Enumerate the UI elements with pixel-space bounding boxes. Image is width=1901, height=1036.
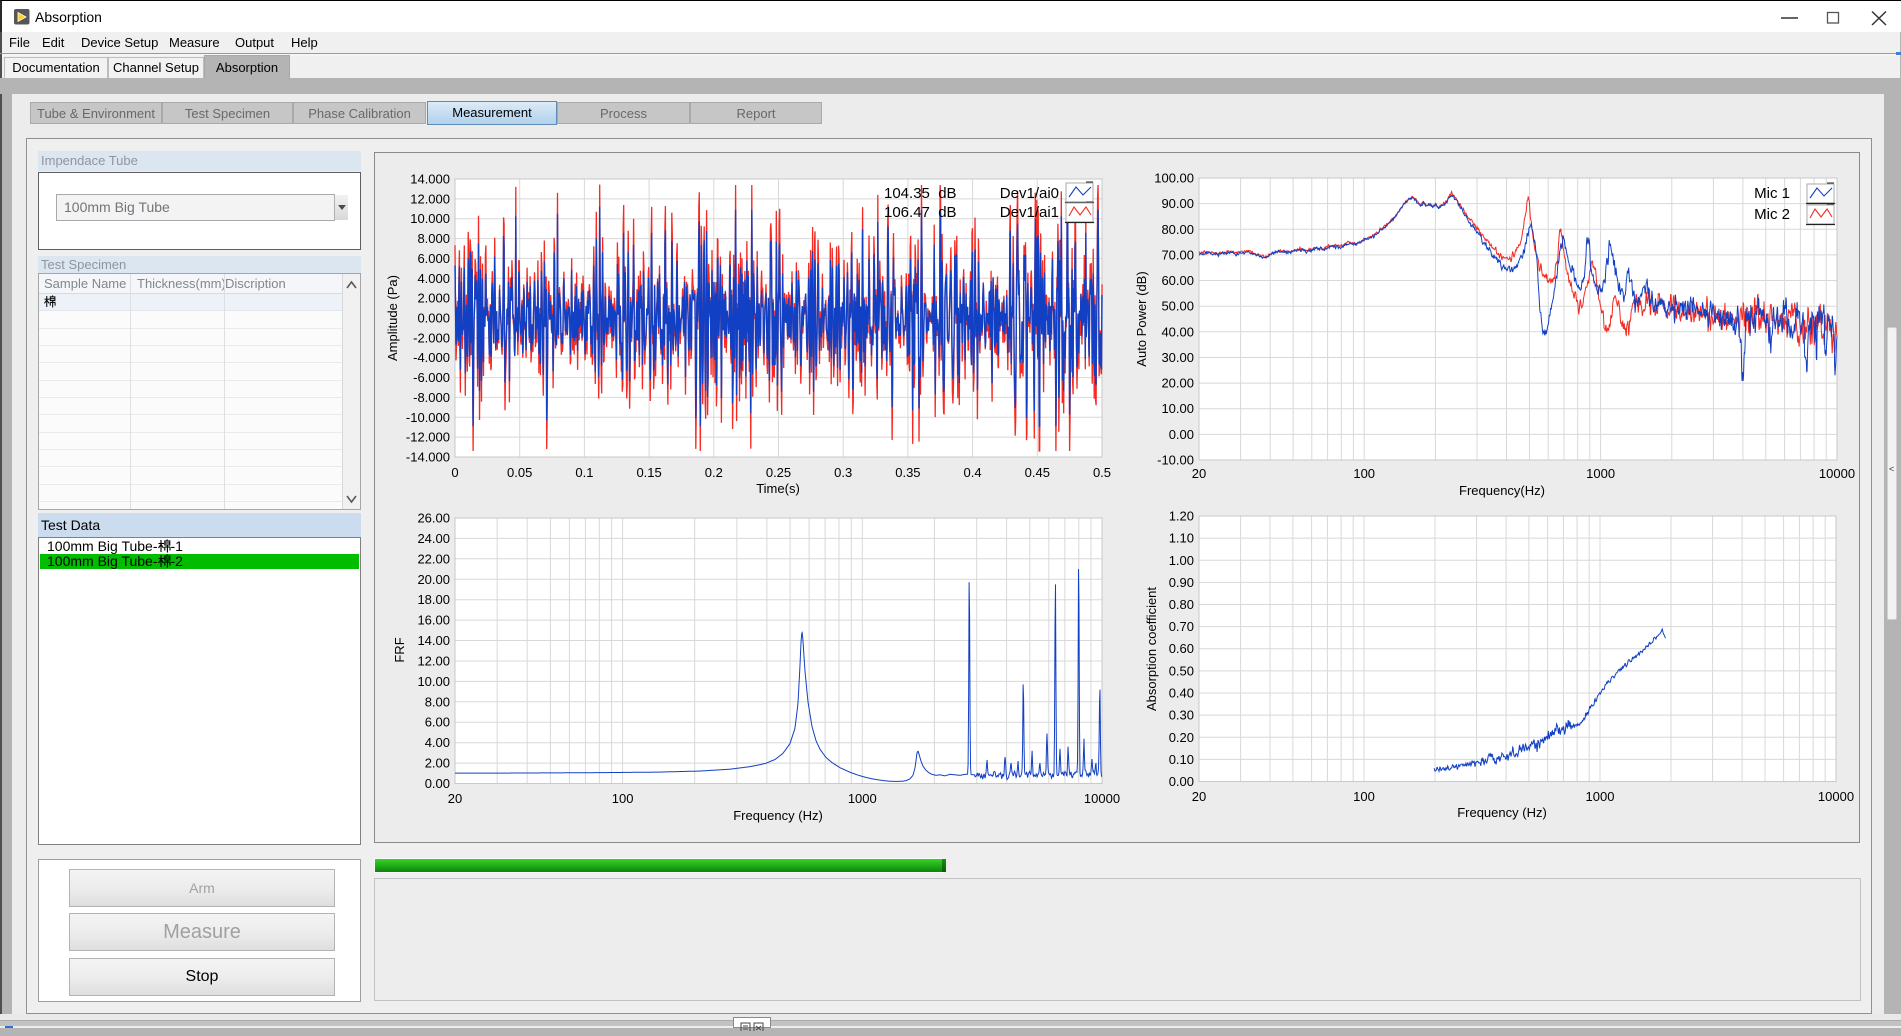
svg-text:100: 100 [1353, 466, 1375, 481]
svg-text:20.00: 20.00 [1161, 376, 1194, 391]
svg-text:0.5: 0.5 [1093, 465, 1111, 480]
svg-text:-2.000: -2.000 [413, 330, 450, 345]
svg-text:0.00: 0.00 [1169, 774, 1194, 789]
svg-text:1000: 1000 [1586, 466, 1615, 481]
svg-text:10000: 10000 [1819, 466, 1855, 481]
svg-text:6.00: 6.00 [425, 715, 450, 730]
svg-text:0.30: 0.30 [1169, 708, 1194, 723]
svg-text:Mic 1: Mic 1 [1754, 185, 1790, 202]
svg-text:0.000: 0.000 [417, 311, 450, 326]
svg-text:0.2: 0.2 [705, 465, 723, 480]
svg-text:100: 100 [1353, 789, 1375, 804]
svg-text:0.00: 0.00 [1169, 427, 1194, 442]
svg-text:90.00: 90.00 [1161, 196, 1194, 211]
svg-text:0.50: 0.50 [1169, 663, 1194, 678]
svg-text:-6.000: -6.000 [413, 370, 450, 385]
svg-text:0.60: 0.60 [1169, 641, 1194, 656]
svg-text:Time(s): Time(s) [756, 481, 800, 496]
svg-text:0.3: 0.3 [834, 465, 852, 480]
svg-text:14.00: 14.00 [417, 633, 450, 648]
svg-text:0.1: 0.1 [575, 465, 593, 480]
svg-text:Absorption coefficient: Absorption coefficient [1144, 587, 1159, 711]
svg-text:6.000: 6.000 [417, 251, 450, 266]
svg-text:20: 20 [1192, 466, 1206, 481]
svg-text:20: 20 [448, 791, 462, 806]
svg-text:0.90: 0.90 [1169, 575, 1194, 590]
svg-text:0.25: 0.25 [766, 465, 791, 480]
svg-text:22.00: 22.00 [417, 551, 450, 566]
svg-text:70.00: 70.00 [1161, 247, 1194, 262]
svg-text:0.40: 0.40 [1169, 686, 1194, 701]
svg-text:4.00: 4.00 [425, 735, 450, 750]
svg-text:0.70: 0.70 [1169, 619, 1194, 634]
svg-text:10000: 10000 [1084, 791, 1120, 806]
svg-text:0.35: 0.35 [895, 465, 920, 480]
svg-text:-12.000: -12.000 [406, 430, 450, 445]
svg-text:10.000: 10.000 [410, 211, 450, 226]
svg-text:10.00: 10.00 [417, 674, 450, 689]
svg-text:-14.000: -14.000 [406, 450, 450, 465]
svg-text:8.000: 8.000 [417, 231, 450, 246]
svg-text:0.10: 0.10 [1169, 752, 1194, 767]
svg-text:106.47 dB: 106.47 dB [884, 204, 957, 221]
svg-text:-10.00: -10.00 [1157, 453, 1194, 468]
svg-text:Frequency (Hz): Frequency (Hz) [1457, 805, 1547, 820]
svg-text:30.00: 30.00 [1161, 350, 1194, 365]
svg-text:FRF: FRF [392, 637, 407, 662]
svg-text:Mic 2: Mic 2 [1754, 206, 1790, 223]
svg-text:10000: 10000 [1818, 789, 1854, 804]
svg-text:0: 0 [451, 465, 458, 480]
svg-text:-4.000: -4.000 [413, 350, 450, 365]
svg-text:14.000: 14.000 [410, 172, 450, 187]
svg-text:24.00: 24.00 [417, 531, 450, 546]
svg-text:Amplitude (Pa): Amplitude (Pa) [385, 275, 400, 361]
svg-text:2.000: 2.000 [417, 291, 450, 306]
svg-text:20: 20 [1192, 789, 1206, 804]
svg-text:0.00: 0.00 [425, 776, 450, 791]
svg-text:104.35 dB: 104.35 dB [884, 185, 957, 202]
svg-text:4.000: 4.000 [417, 271, 450, 286]
svg-text:1000: 1000 [1586, 789, 1615, 804]
svg-text:Frequency(Hz): Frequency(Hz) [1459, 483, 1545, 498]
svg-text:26.00: 26.00 [417, 511, 450, 526]
svg-text:2.00: 2.00 [425, 756, 450, 771]
svg-text:Auto Power (dB): Auto Power (dB) [1134, 271, 1149, 366]
svg-text:100: 100 [612, 791, 634, 806]
svg-text:50.00: 50.00 [1161, 299, 1194, 314]
svg-text:0.80: 0.80 [1169, 597, 1194, 612]
svg-text:0.05: 0.05 [507, 465, 532, 480]
svg-text:12.00: 12.00 [417, 654, 450, 669]
svg-text:60.00: 60.00 [1161, 273, 1194, 288]
svg-text:20.00: 20.00 [417, 572, 450, 587]
svg-text:1.00: 1.00 [1169, 553, 1194, 568]
svg-text:0.15: 0.15 [636, 465, 661, 480]
svg-text:40.00: 40.00 [1161, 324, 1194, 339]
svg-text:Dev1/ai1: Dev1/ai1 [1000, 204, 1059, 221]
svg-text:10.00: 10.00 [1161, 401, 1194, 416]
svg-text:1.20: 1.20 [1169, 509, 1194, 524]
svg-text:18.00: 18.00 [417, 592, 450, 607]
svg-text:8.00: 8.00 [425, 694, 450, 709]
svg-text:-10.000: -10.000 [406, 410, 450, 425]
svg-text:0.20: 0.20 [1169, 730, 1194, 745]
svg-text:100.00: 100.00 [1154, 171, 1194, 186]
svg-text:-8.000: -8.000 [413, 390, 450, 405]
svg-text:12.000: 12.000 [410, 191, 450, 206]
svg-text:1000: 1000 [848, 791, 877, 806]
svg-text:Frequency (Hz): Frequency (Hz) [733, 808, 823, 823]
svg-text:0.4: 0.4 [964, 465, 982, 480]
svg-text:16.00: 16.00 [417, 613, 450, 628]
svg-text:0.45: 0.45 [1025, 465, 1050, 480]
svg-text:Dev1/ai0: Dev1/ai0 [1000, 185, 1059, 202]
svg-text:80.00: 80.00 [1161, 222, 1194, 237]
svg-text:1.10: 1.10 [1169, 531, 1194, 546]
